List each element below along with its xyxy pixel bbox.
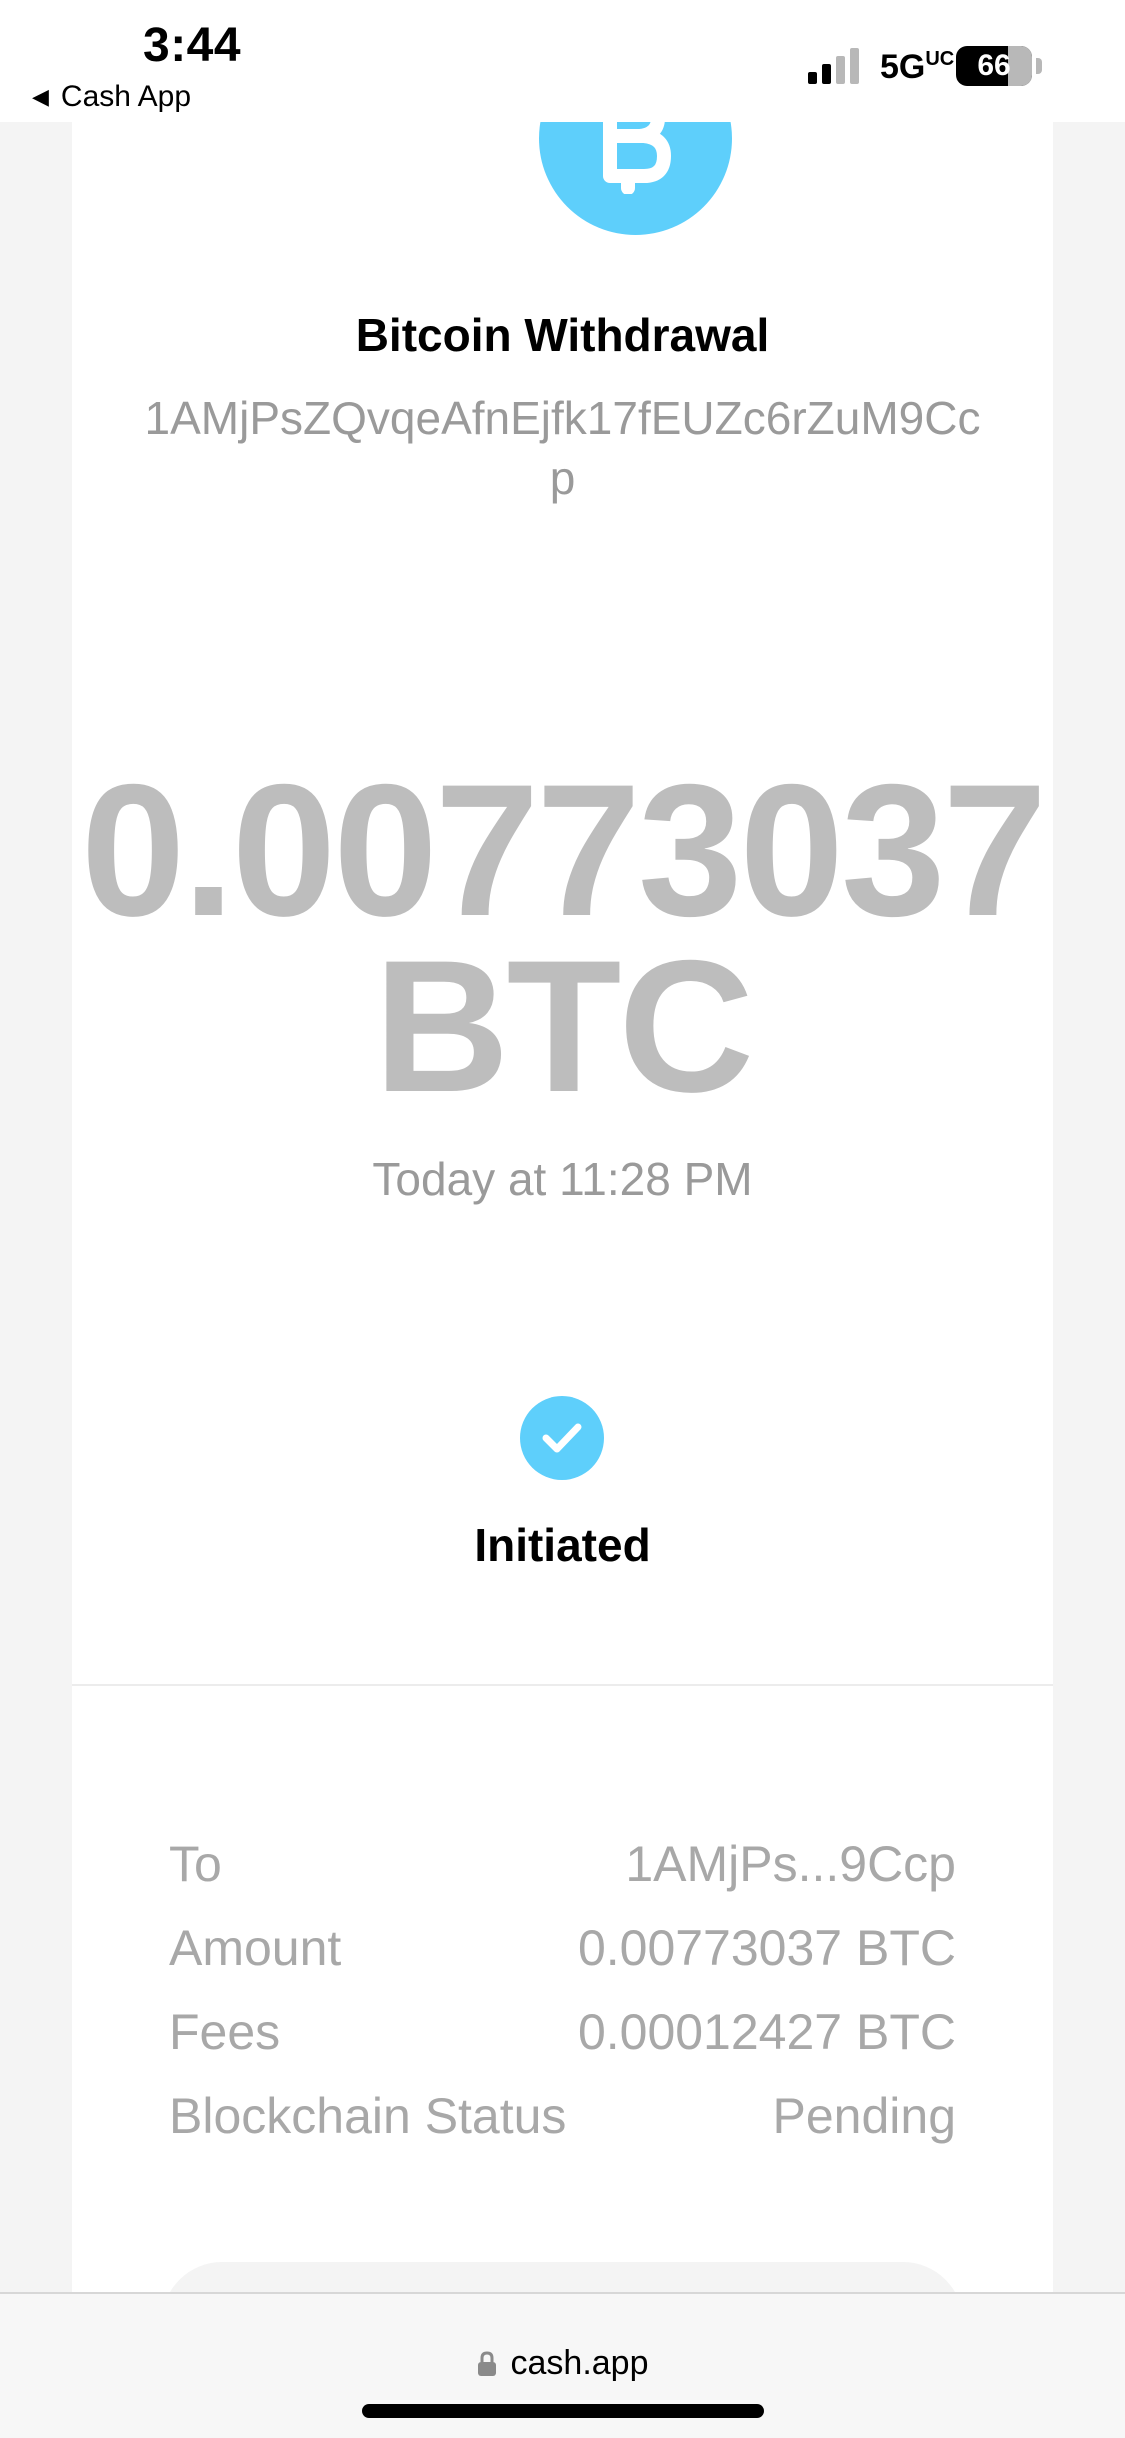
network-type: 5GUC (880, 48, 955, 86)
detail-value: 0.00773037 BTC (577, 1920, 956, 1976)
browser-address-bar[interactable]: cash.app (0, 2292, 1125, 2438)
url-text: cash.app (510, 2344, 649, 2382)
check-icon (520, 1396, 604, 1480)
back-arrow-icon: ◀ (32, 84, 49, 109)
status-time: 3:44 (143, 19, 242, 72)
transaction-card: Bitcoin Withdrawal 1AMjPsZQvqeAfnEjfk17f… (72, 42, 1053, 2382)
cellular-signal-icon (808, 44, 868, 84)
lock-icon (477, 2350, 496, 2376)
detail-value: 0.00012427 BTC (577, 2004, 956, 2060)
divider (72, 1684, 1053, 1686)
url-display[interactable]: cash.app (0, 2344, 1125, 2383)
detail-label: Blockchain Status (169, 2088, 567, 2144)
status-bar: 3:44 ◀ Cash App 5GUC 66 (0, 0, 1125, 122)
transaction-amount: 0.00773037 BTC (62, 745, 1063, 1131)
battery-icon: 66 (956, 46, 1032, 86)
transaction-details: To 1AMjPs...9Ccp Amount 0.00773037 BTC F… (169, 1822, 956, 2158)
detail-label: To (169, 1836, 222, 1892)
transaction-status: Initiated (474, 1519, 651, 1571)
transaction-datetime: Today at 11:28 PM (372, 1153, 753, 1205)
detail-label: Amount (169, 1920, 342, 1976)
home-indicator[interactable] (362, 2404, 764, 2418)
wallet-address: 1AMjPsZQvqeAfnEjfk17fEUZc6rZuM9Ccp (144, 392, 981, 504)
detail-value: 1AMjPs...9Ccp (625, 1836, 956, 1892)
transaction-title: Bitcoin Withdrawal (355, 309, 770, 361)
back-link-label: Cash App (60, 80, 192, 113)
detail-value: Pending (772, 2088, 957, 2144)
detail-row-fees: Fees 0.00012427 BTC (169, 1990, 956, 2074)
detail-label: Fees (169, 2004, 281, 2060)
back-to-app-link[interactable]: ◀ Cash App (32, 80, 191, 114)
detail-row-to: To 1AMjPs...9Ccp (169, 1822, 956, 1906)
detail-row-blockchain-status: Blockchain Status Pending (169, 2074, 956, 2158)
amount-value: 0.00773037 (80, 745, 1047, 955)
battery-level: 66 (977, 49, 1011, 82)
detail-row-amount: Amount 0.00773037 BTC (169, 1906, 956, 1990)
amount-unit: BTC (373, 921, 754, 1131)
